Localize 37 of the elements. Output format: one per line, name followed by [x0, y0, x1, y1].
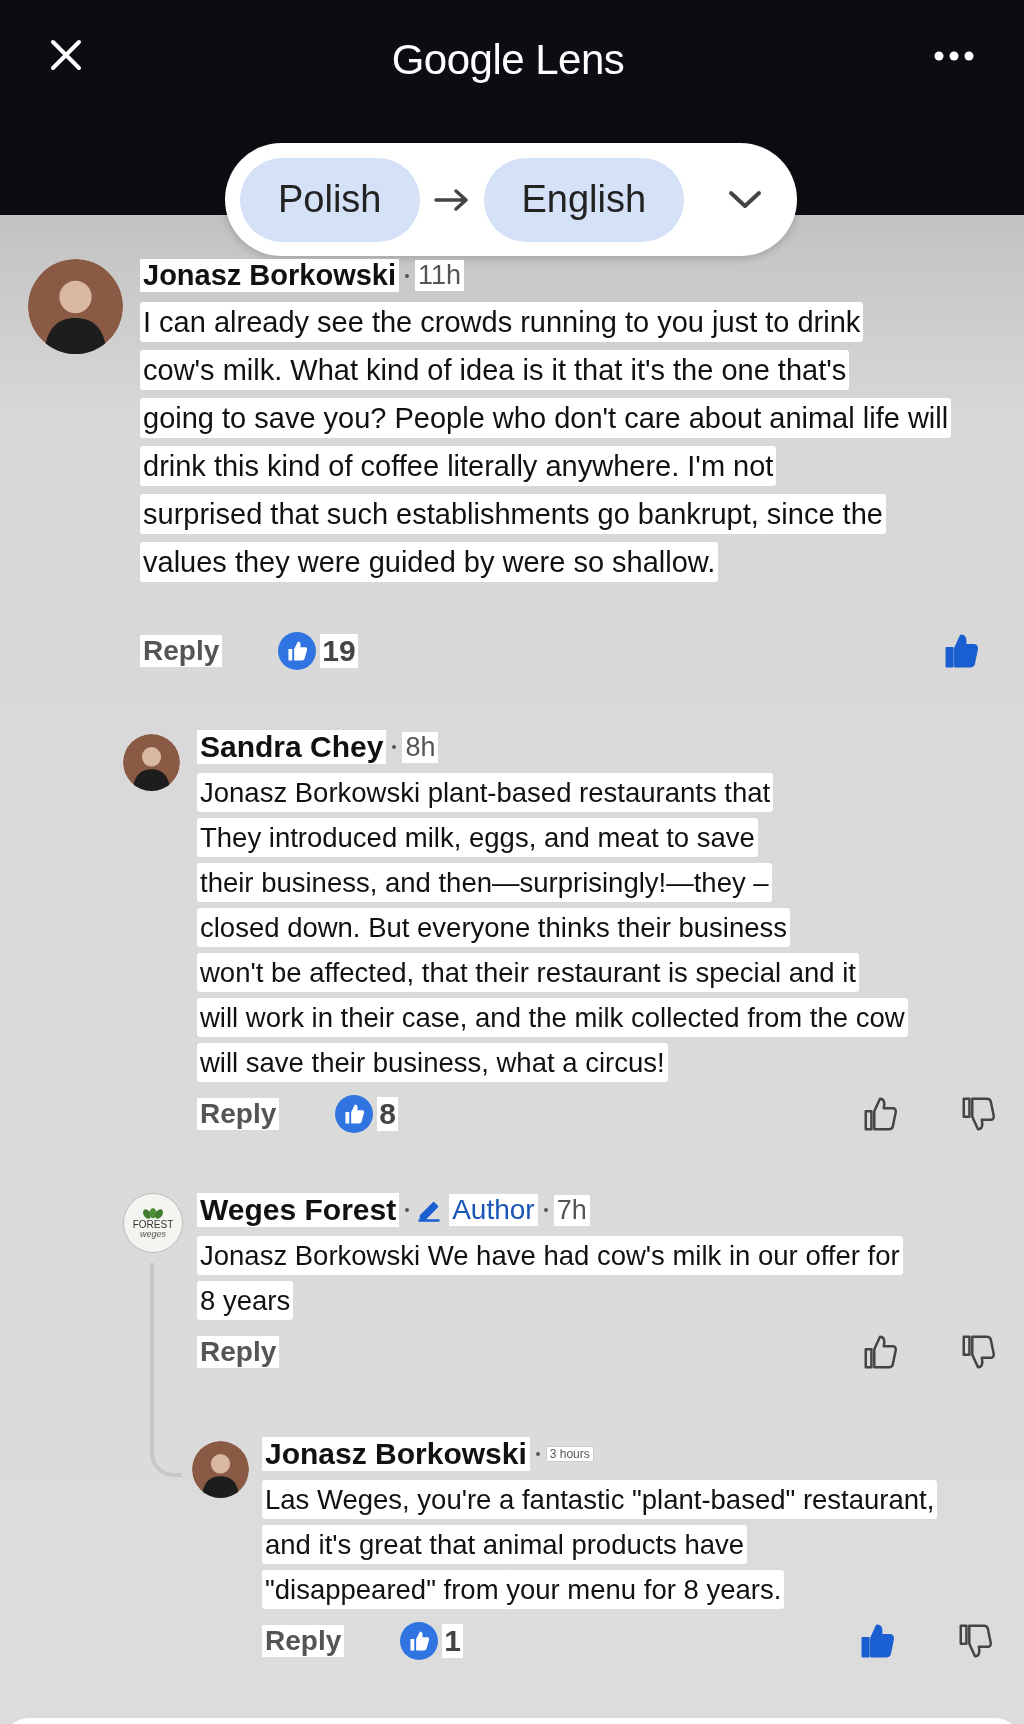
reply-link[interactable]: Reply — [197, 1336, 280, 1368]
author-name[interactable]: Weges Forest — [197, 1193, 400, 1227]
reply-link[interactable]: Reply — [262, 1625, 345, 1657]
avatar-icon — [192, 1441, 249, 1498]
author-name[interactable]: Sandra Chey — [197, 730, 387, 764]
like-count-icon — [278, 632, 317, 670]
source-language-button[interactable]: Polish — [240, 157, 420, 242]
target-language-button[interactable]: English — [483, 157, 685, 242]
separator-dot — [543, 1208, 548, 1212]
like-count: 1 — [442, 1624, 463, 1658]
like-count: 19 — [320, 634, 358, 668]
author-name[interactable]: Jonasz Borkowski — [140, 259, 400, 292]
comment-time: 7h — [553, 1194, 590, 1226]
comment-time: 3 hours — [545, 1446, 594, 1462]
chevron-down-icon[interactable] — [728, 189, 763, 210]
separator-dot — [405, 273, 410, 278]
avatar-icon — [28, 259, 123, 354]
close-icon[interactable] — [50, 39, 82, 71]
separator-dot — [535, 1452, 540, 1456]
app-title: Google Lens — [391, 36, 625, 84]
logo-text: FOREST — [132, 1219, 174, 1230]
comment-time: 11h — [415, 260, 465, 291]
avatar-icon — [123, 734, 180, 791]
like-count-icon — [400, 1622, 439, 1660]
author-name[interactable]: Jonasz Borkowski — [262, 1437, 530, 1471]
leaves-icon — [140, 1207, 166, 1220]
like-count: 8 — [377, 1097, 398, 1131]
reply-link[interactable]: Reply — [197, 1098, 280, 1130]
separator-dot — [405, 1208, 410, 1212]
separator-dot — [392, 745, 397, 749]
logo-subtext: weges — [140, 1229, 166, 1239]
like-count-icon — [335, 1095, 374, 1133]
author-badge: Author — [449, 1194, 538, 1226]
arrow-icon — [433, 187, 470, 212]
comment-time: 8h — [402, 731, 439, 763]
more-icon[interactable] — [934, 51, 974, 61]
reply-link[interactable]: Reply — [140, 635, 223, 667]
